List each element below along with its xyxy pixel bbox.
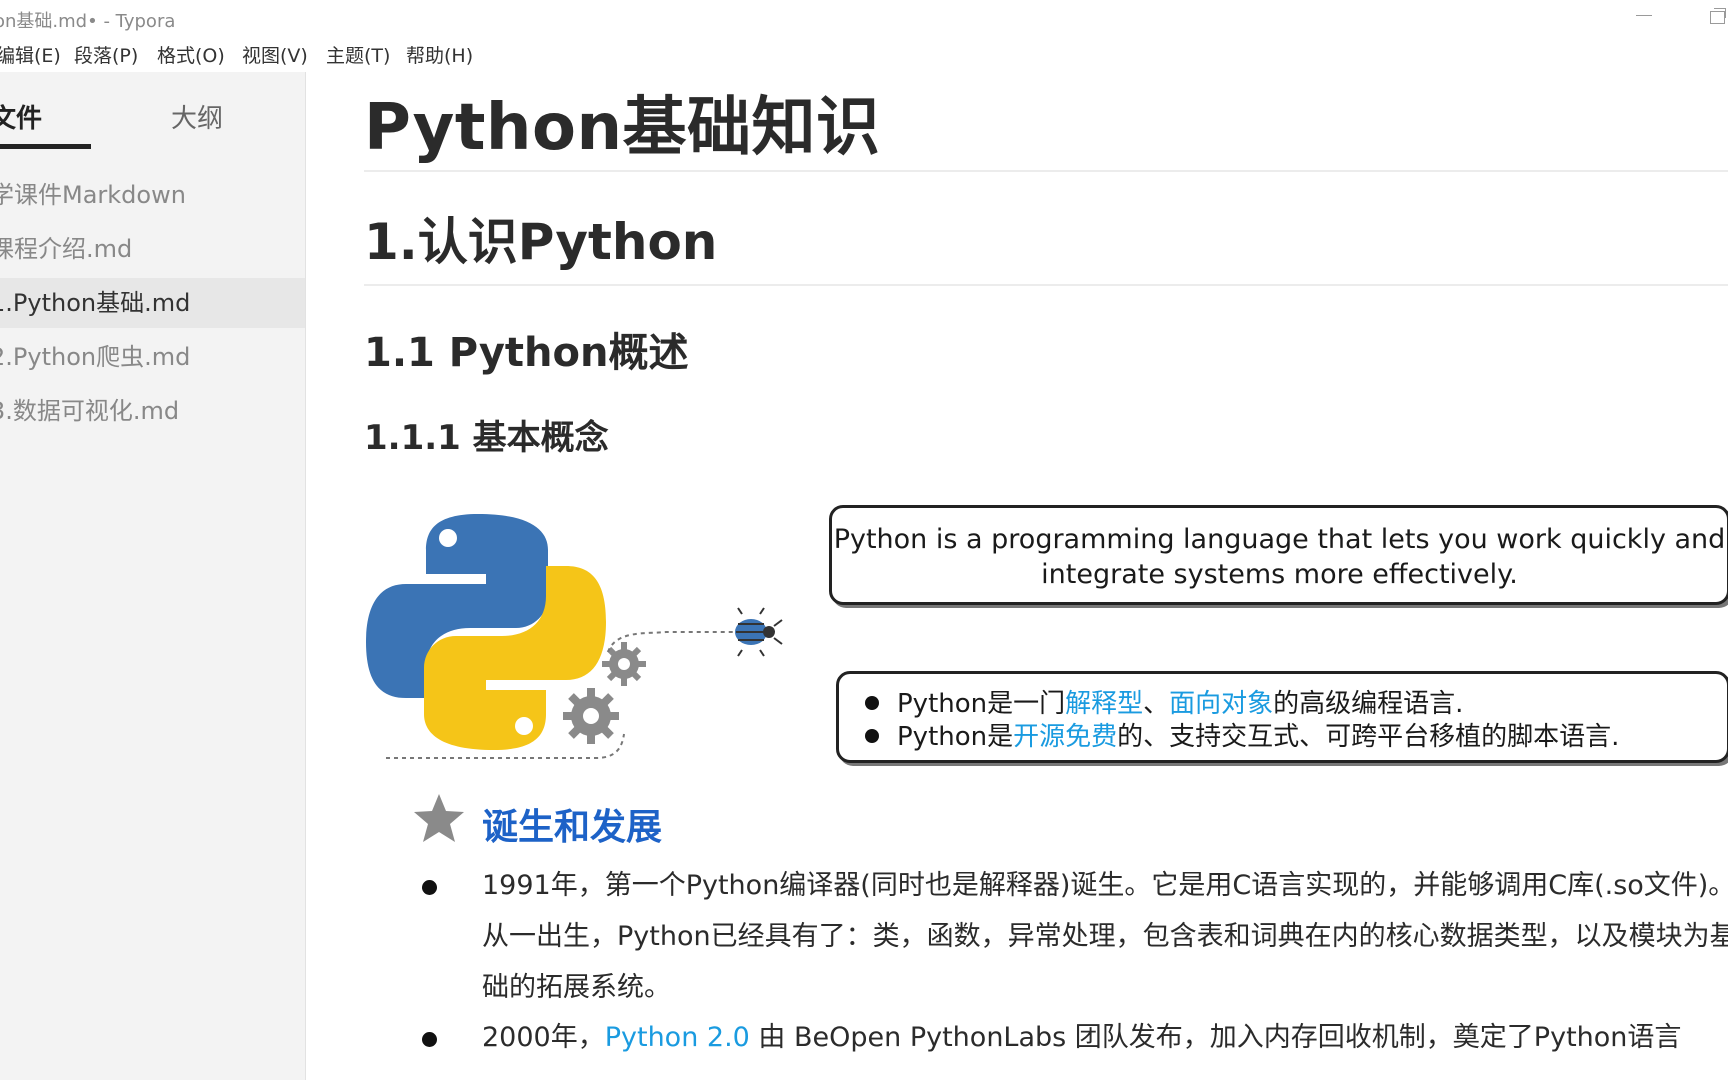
bullet-icon	[865, 695, 879, 710]
python2-link[interactable]: Python 2.0	[605, 1022, 750, 1053]
text-segment: 的高级编程语言.	[1273, 689, 1464, 719]
active-tab-indicator	[0, 144, 91, 149]
restore-icon[interactable]	[1710, 8, 1726, 24]
highlight-open-source: 开源免费	[1013, 722, 1118, 752]
list-item-text: 1991年，第一个Python编译器(同时也是解释器)诞生。它是用C语言实现的，…	[482, 870, 1728, 1003]
list-item: 2000年，Python 2.0 由 BeOpen PythonLabs 团队发…	[422, 1012, 1722, 1063]
bullet-icon	[865, 728, 879, 743]
tab-outline[interactable]: 大纲	[171, 98, 223, 135]
file-item-label: 3.数据可视化.md	[0, 397, 180, 425]
menu-paragraph[interactable]: 段落(P)	[74, 41, 138, 68]
menu-edit[interactable]: 编辑(E)	[0, 41, 61, 68]
text-segment: 由 BeOpen PythonLabs 团队发布，加入内存回收机制，奠定了Pyt…	[749, 1022, 1682, 1053]
quote-box: Python is a programming language that le…	[829, 505, 1728, 605]
python-quote: Python is a programming language that le…	[833, 524, 1726, 590]
file-item-folder[interactable]: 学课件Markdown	[0, 170, 305, 220]
section-title: 诞生和发展	[482, 807, 663, 848]
text-segment: Python是一门	[897, 689, 1066, 719]
file-item-python-basics[interactable]: 1.Python基础.md	[0, 278, 305, 328]
bullet-icon	[422, 1032, 437, 1047]
text-segment: 2000年，	[482, 1022, 605, 1053]
definition-line-1: Python是一门解释型、面向对象的高级编程语言.	[865, 683, 1463, 720]
editor-area[interactable]: Python基础知识 1.认识Python 1.1 Python概述 1.1.1…	[306, 72, 1728, 1080]
menu-view[interactable]: 视图(V)	[242, 41, 308, 68]
file-item-label: 课程介绍.md	[0, 235, 133, 263]
text-segment: 的、支持交互式、可跨平台移植的脚本语言.	[1117, 722, 1620, 752]
python-logo-image	[366, 514, 783, 759]
definition-line-2: Python是开源免费的、支持交互式、可跨平台移植的脚本语言.	[865, 716, 1619, 753]
text-segment: Python是	[897, 722, 1014, 752]
highlight-object-oriented: 面向对象	[1169, 689, 1274, 719]
definition-box: Python是一门解释型、面向对象的高级编程语言. Python是开源免费的、支…	[836, 671, 1728, 763]
menu-bar: 编辑(E) 段落(P) 格式(O) 视图(V) 主题(T) 帮助(H)	[0, 36, 1728, 72]
heading-4: 1.1.1 基本概念	[364, 418, 609, 458]
heading-divider	[364, 284, 1728, 286]
window-title: on基础.md• - Typora	[0, 11, 176, 32]
tab-files[interactable]: 文件	[0, 98, 42, 135]
heading-3: 1.1 Python概述	[364, 330, 689, 376]
menu-help[interactable]: 帮助(H)	[406, 41, 473, 68]
heading-divider	[364, 170, 1728, 172]
menu-format[interactable]: 格式(O)	[157, 41, 225, 68]
minimize-icon[interactable]	[1636, 15, 1652, 16]
file-item-python-crawler[interactable]: 2.Python爬虫.md	[0, 332, 305, 382]
sidebar: 文件 大纲 学课件Markdown 课程介绍.md 1.Python基础.md …	[0, 72, 306, 1080]
file-item-label: 2.Python爬虫.md	[0, 343, 191, 371]
heading-2: 1.认识Python	[364, 213, 718, 271]
menu-theme[interactable]: 主题(T)	[326, 41, 390, 68]
file-item-label: 学课件Markdown	[0, 181, 186, 209]
heading-1: Python基础知识	[364, 91, 881, 165]
title-bar: on基础.md• - Typora	[0, 0, 1728, 34]
list-item: 1991年，第一个Python编译器(同时也是解释器)诞生。它是用C语言实现的，…	[422, 860, 1728, 1016]
star-icon	[414, 794, 464, 842]
highlight-interpreted: 解释型	[1065, 689, 1144, 719]
bullet-icon	[422, 880, 437, 895]
file-item-data-visualization[interactable]: 3.数据可视化.md	[0, 386, 305, 436]
list-item-text: 2000年，Python 2.0 由 BeOpen PythonLabs 团队发…	[482, 1012, 1728, 1063]
file-item-label: 1.Python基础.md	[0, 289, 191, 317]
file-item-course-intro[interactable]: 课程介绍.md	[0, 224, 305, 274]
text-segment: 、	[1143, 689, 1170, 719]
